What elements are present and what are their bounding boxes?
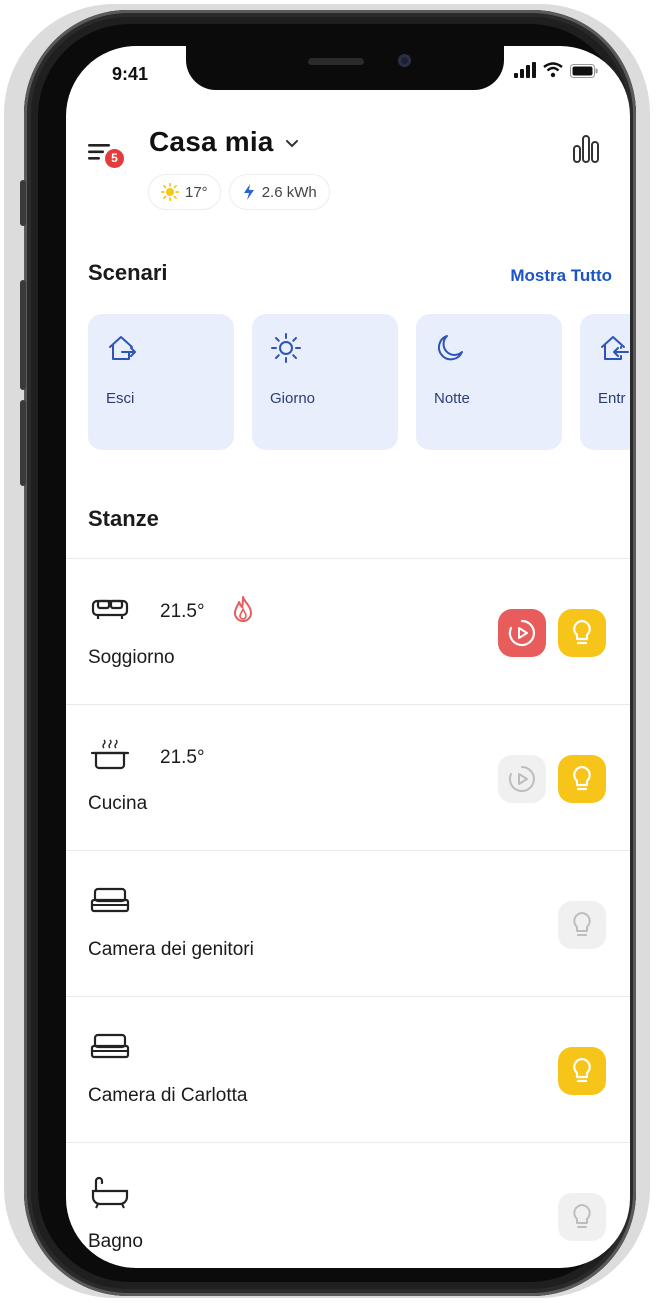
scene-label: Notte	[434, 390, 470, 407]
room-camera-dei-genitori[interactable]: Camera dei genitori	[66, 850, 630, 996]
scene-card-entra[interactable]: Entr	[580, 314, 630, 450]
room-bagno[interactable]: Bagno	[66, 1142, 630, 1268]
lightbulb-icon	[573, 1204, 591, 1228]
home-header: 5 Casa mia 17° 2.6 kWh	[88, 126, 608, 236]
scenes-carousel[interactable]: Esci Giorno Notte Entr	[88, 314, 630, 450]
lightbulb-icon	[573, 1057, 591, 1083]
room-temperature: 21.5°	[160, 601, 205, 622]
home-chips: 17° 2.6 kWh	[148, 174, 330, 210]
lightbulb-icon	[573, 765, 591, 791]
leave-home-icon	[109, 336, 136, 360]
scene-label: Esci	[106, 390, 135, 407]
rooms-title: Stanze	[88, 506, 159, 531]
room-name: Camera di Carlotta	[88, 1085, 248, 1106]
scene-card-esci[interactable]: Esci	[88, 314, 234, 450]
signal-icon	[514, 62, 536, 78]
flame-icon	[234, 596, 252, 622]
lightning-icon	[243, 184, 254, 200]
room-name: Camera dei genitori	[88, 939, 254, 960]
home-name: Casa mia	[149, 126, 274, 157]
light-button-on[interactable]	[558, 609, 606, 657]
front-camera	[398, 54, 411, 67]
battery-icon	[570, 64, 598, 78]
enter-home-icon	[601, 336, 629, 360]
sun-icon	[161, 183, 179, 201]
cooking-pot-icon	[90, 739, 130, 770]
scene-label: Giorno	[270, 390, 316, 407]
notification-badge: 5	[105, 149, 124, 168]
room-temperature: 21.5°	[160, 747, 205, 768]
light-button-off[interactable]	[558, 1193, 606, 1241]
status-time: 9:41	[112, 64, 149, 84]
room-name: Soggiorno	[88, 647, 175, 668]
statistics-button[interactable]	[568, 130, 604, 166]
scenes-title: Scenari	[88, 260, 168, 285]
chevron-down-icon	[285, 140, 298, 148]
light-button-off[interactable]	[558, 901, 606, 949]
rooms-list: 21.5° Soggiorno 21.5° Cucina Camera dei …	[66, 558, 630, 1268]
home-selector[interactable]: Casa mia	[149, 126, 300, 158]
media-button-inactive[interactable]	[498, 755, 546, 803]
scene-card-notte[interactable]: Notte	[416, 314, 562, 450]
weather-temperature: 17°	[185, 183, 208, 201]
room-soggiorno[interactable]: 21.5° Soggiorno	[66, 558, 630, 704]
bed-icon	[90, 887, 130, 913]
show-all-link[interactable]: Mostra Tutto	[510, 266, 612, 286]
sun-icon	[271, 333, 301, 363]
energy-value: 2.6 kWh	[261, 183, 317, 201]
room-name: Bagno	[88, 1231, 143, 1252]
wifi-icon	[543, 62, 563, 78]
scene-card-giorno[interactable]: Giorno	[252, 314, 398, 450]
bathtub-icon	[91, 1176, 129, 1209]
room-camera-di-carlotta[interactable]: Camera di Carlotta	[66, 996, 630, 1142]
light-button-on[interactable]	[558, 1047, 606, 1095]
weather-chip[interactable]: 17°	[148, 174, 221, 210]
light-button-on[interactable]	[558, 755, 606, 803]
status-icons	[514, 62, 598, 78]
scene-label: Entr	[598, 390, 626, 407]
notch	[186, 46, 504, 90]
app-screen: 9:41 5 Casa mia 17° 2.6 kWh Scenari Most…	[66, 46, 630, 1268]
bed-icon	[90, 1033, 130, 1059]
room-cucina[interactable]: 21.5° Cucina	[66, 704, 630, 850]
menu-button[interactable]: 5	[88, 136, 124, 168]
room-name: Cucina	[88, 793, 148, 814]
moon-icon	[437, 335, 463, 361]
sofa-icon	[91, 599, 129, 619]
energy-chip[interactable]: 2.6 kWh	[228, 174, 330, 210]
media-button-active[interactable]	[498, 609, 546, 657]
bar-chart-icon	[573, 135, 599, 163]
play-circle-icon	[508, 619, 535, 647]
mute-switch	[20, 180, 26, 226]
play-circle-icon	[508, 766, 535, 792]
volume-down-button	[20, 400, 26, 486]
volume-up-button	[20, 280, 26, 390]
lightbulb-icon	[573, 619, 591, 645]
lightbulb-icon	[573, 912, 591, 936]
